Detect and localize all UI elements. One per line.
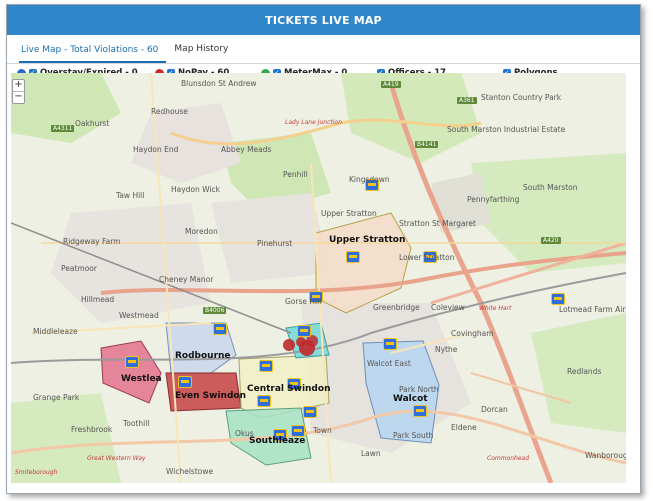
place-label: Cheney Manor — [159, 275, 214, 284]
place-label: Park South — [393, 431, 434, 440]
officer-car-icon[interactable] — [178, 376, 192, 388]
place-label: Toothill — [123, 419, 150, 428]
map-canvas[interactable]: Blunsdon St Andrew Redhouse Oakhurst Hay… — [11, 73, 626, 483]
place-label: South Marston Industrial Estate — [447, 125, 566, 134]
place-label: Penhill — [283, 170, 308, 179]
road-label: A361 — [457, 97, 477, 104]
place-label: Grange Park — [33, 393, 80, 402]
place-label: Hillmead — [81, 295, 115, 304]
place-label: Lower Stratton — [399, 253, 455, 262]
officer-car-icon[interactable] — [383, 338, 397, 350]
place-label: Upper Stratton — [321, 209, 377, 218]
road-label: A419 — [381, 81, 401, 88]
place-label: Peatmoor — [61, 264, 97, 273]
officer-car-icon[interactable] — [303, 406, 317, 418]
zone-label: Westlea — [121, 374, 162, 384]
place-label: Taw Hill — [116, 191, 145, 200]
road-label: Lady Lane Junction — [285, 119, 342, 126]
zone-label: Central Swindon — [247, 384, 331, 394]
place-label: Pennyfarthing — [467, 195, 520, 204]
place-label: Westmead — [119, 311, 159, 320]
road-label: Commonhead — [487, 455, 530, 462]
violation-marker — [283, 339, 295, 351]
place-label: Moredon — [185, 227, 218, 236]
place-label: Oakhurst — [75, 119, 110, 128]
place-label: Park North — [399, 385, 439, 394]
place-label: Stratton St Margaret — [399, 219, 476, 228]
officer-car-icon[interactable] — [257, 395, 271, 407]
place-label: Haydon Wick — [171, 185, 220, 194]
officer-car-icon[interactable] — [125, 356, 139, 368]
place-label: Lawn — [361, 449, 381, 458]
place-label: Lotmead Farm Airstrip — [559, 305, 626, 314]
place-label: Eldene — [451, 423, 477, 432]
road-label: B4006 — [203, 307, 227, 314]
panel-title: TICKETS LIVE MAP — [7, 5, 640, 35]
officer-car-icon[interactable] — [551, 293, 565, 305]
road-label: A420 — [541, 237, 561, 244]
place-label: Greenbridge — [373, 303, 420, 312]
place-label: Walcot East — [367, 359, 411, 368]
place-label: Wichelstowe — [166, 467, 214, 476]
zone-label: Even Swindon — [175, 391, 246, 401]
officer-car-icon[interactable] — [346, 251, 360, 263]
place-label: Stanton Country Park — [481, 93, 562, 102]
road-label: Great Western Way — [87, 455, 146, 462]
road-label: Smiteborough — [15, 469, 58, 476]
place-label: Middleleaze — [33, 327, 78, 336]
place-label: Dorcan — [481, 405, 508, 414]
place-label: Redlands — [567, 367, 602, 376]
place-label: Blunsdon St Andrew — [181, 79, 257, 88]
zoom-out-button[interactable]: − — [13, 92, 24, 103]
place-label: Wanborough — [585, 451, 626, 460]
place-label: Haydon End — [133, 145, 179, 154]
place-label: Redhouse — [151, 107, 188, 116]
place-label: Kingsdown — [349, 175, 390, 184]
map-base-svg — [11, 73, 626, 483]
place-label: Ridgeway Farm — [63, 237, 121, 246]
tab-map-history[interactable]: Map History — [172, 44, 236, 63]
place-label: Freshbrook — [71, 425, 113, 434]
officer-car-icon[interactable] — [413, 405, 427, 417]
officer-car-icon[interactable] — [259, 360, 273, 372]
road-label: B4141 — [415, 141, 439, 148]
place-label: Pinehurst — [257, 239, 293, 248]
officer-car-icon[interactable] — [213, 323, 227, 335]
zone-label: Rodbourne — [175, 351, 231, 361]
zoom-control: + − — [12, 79, 25, 104]
place-label: South Marston — [523, 183, 578, 192]
zone-label: Walcot — [393, 394, 428, 404]
tab-live-map[interactable]: Live Map - Total Violations - 60 — [19, 45, 167, 63]
zone-label: Southleaze — [249, 436, 306, 446]
road-label: A4311 — [51, 125, 75, 132]
place-label: Abbey Meads — [221, 145, 272, 154]
officer-car-icon[interactable] — [297, 325, 311, 337]
place-label: Gorse Hill — [285, 297, 322, 306]
place-label: Coleview — [431, 303, 465, 312]
place-label: Nythe — [435, 345, 458, 354]
place-label: Covingham — [451, 329, 494, 338]
tab-bar: Live Map - Total Violations - 60 Map His… — [7, 35, 640, 64]
zone-label: Upper Stratton — [329, 235, 406, 245]
place-label: Town — [313, 426, 332, 435]
road-label: White Hart — [479, 305, 512, 312]
